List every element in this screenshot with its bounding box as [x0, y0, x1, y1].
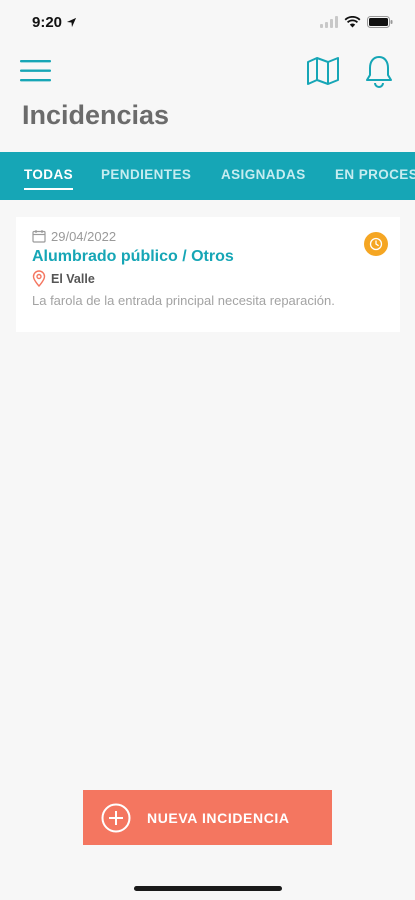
tab-bar: TODAS PENDIENTES ASIGNADAS EN PROCESO	[0, 152, 415, 200]
signal-icon	[320, 16, 338, 28]
incident-description: La farola de la entrada principal necesi…	[32, 293, 335, 308]
tab-en-proceso[interactable]: EN PROCESO	[335, 152, 415, 200]
tab-label: TODAS	[24, 167, 74, 182]
tab-pendientes[interactable]: PENDIENTES	[101, 152, 191, 200]
location-pin-icon	[32, 270, 46, 287]
top-bar	[0, 50, 415, 94]
plus-circle-icon	[101, 803, 131, 832]
map-icon	[307, 57, 339, 85]
new-incident-label: NUEVA INCIDENCIA	[147, 809, 290, 826]
location-arrow-icon	[66, 17, 77, 27]
tab-label: PENDIENTES	[101, 167, 192, 182]
home-indicator[interactable]	[134, 886, 282, 891]
clock-icon	[369, 237, 383, 251]
status-time-group: 9:20	[32, 14, 77, 31]
tab-todas[interactable]: TODAS	[24, 152, 74, 200]
battery-icon	[367, 16, 393, 28]
incident-card[interactable]: 29/04/2022 Alumbrado público / Otros El …	[16, 217, 400, 332]
new-incident-button[interactable]: NUEVA INCIDENCIA	[83, 790, 332, 845]
calendar-icon	[32, 230, 46, 243]
incident-location-row: El Valle	[32, 270, 384, 287]
status-icons	[320, 16, 393, 28]
tab-label: EN PROCESO	[335, 167, 415, 182]
page-title: Incidencias	[22, 100, 170, 130]
pending-status-badge	[364, 232, 388, 256]
bell-icon	[366, 56, 392, 88]
incident-title: Alumbrado público / Otros	[32, 248, 234, 265]
incident-date-row: 29/04/2022	[32, 227, 384, 245]
incident-location: El Valle	[51, 271, 95, 286]
status-time: 9:20	[32, 13, 63, 31]
tab-label: ASIGNADAS	[221, 167, 306, 182]
map-button[interactable]	[306, 56, 340, 86]
hamburger-icon	[20, 60, 51, 82]
notifications-button[interactable]	[364, 54, 394, 88]
incident-date: 29/04/2022	[51, 228, 117, 244]
status-bar: 9:20	[0, 0, 415, 44]
tab-active-indicator	[24, 188, 74, 190]
tab-asignadas[interactable]: ASIGNADAS	[221, 152, 306, 200]
menu-button[interactable]	[20, 58, 52, 84]
wifi-icon	[344, 16, 361, 28]
